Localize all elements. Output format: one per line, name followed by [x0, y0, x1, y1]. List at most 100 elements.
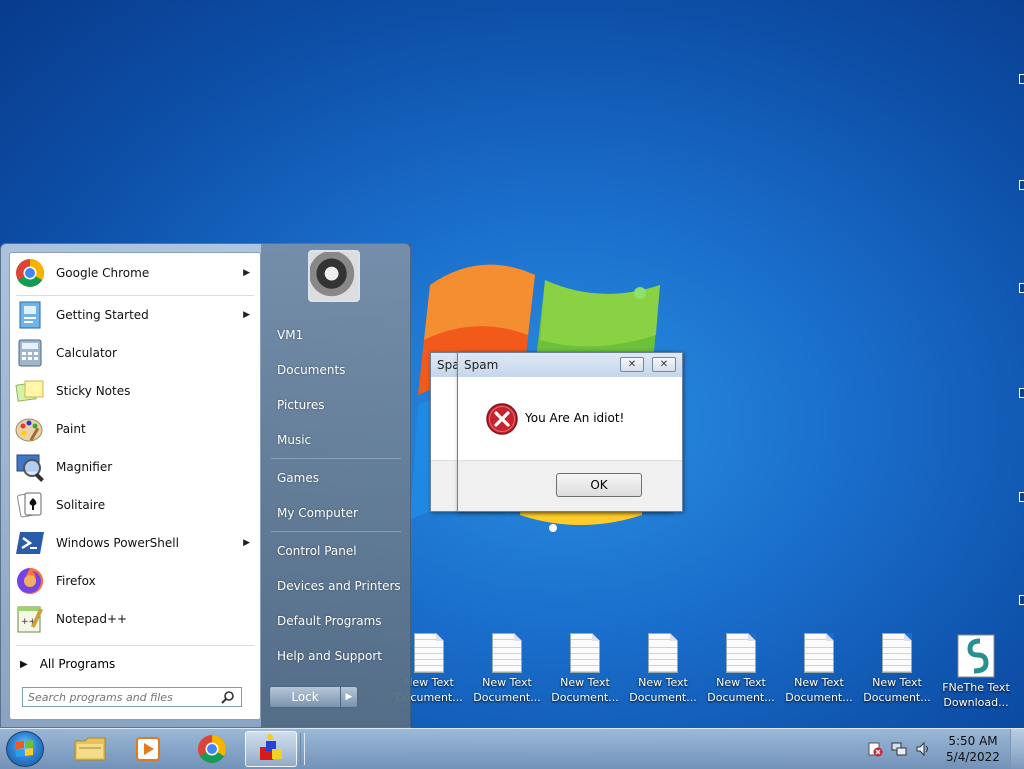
- program-label: Getting Started: [56, 308, 149, 322]
- text-document-icon: [804, 633, 834, 673]
- program-label: Firefox: [56, 574, 96, 588]
- taskbar: 5:50 AM 5/4/2022: [0, 728, 1024, 769]
- program-sticky-notes[interactable]: Sticky Notes: [10, 373, 260, 409]
- media-player-icon: [136, 737, 160, 761]
- volume-icon[interactable]: [915, 741, 931, 757]
- start-item-devices-printers[interactable]: Devices and Printers: [277, 579, 401, 593]
- script-file-icon: [957, 634, 995, 678]
- start-item-games[interactable]: Games: [277, 471, 319, 485]
- show-desktop-button[interactable]: [1010, 729, 1024, 769]
- taskbar-running-app[interactable]: [245, 731, 297, 767]
- start-item-control-panel[interactable]: Control Panel: [277, 544, 357, 558]
- start-item-computer[interactable]: My Computer: [277, 506, 358, 520]
- spam-dialog[interactable]: Spam ✕ ✕ You Are An idiot! OK: [457, 352, 683, 512]
- all-programs-button[interactable]: ▶ All Programs: [10, 649, 260, 679]
- start-menu: Google Chrome ▶ Getting Started ▶ Calcul…: [0, 243, 411, 728]
- calculator-icon: [14, 337, 46, 369]
- text-document-icon: [648, 633, 678, 673]
- user-avatar[interactable]: [308, 250, 360, 302]
- magnifier-icon: [14, 451, 46, 483]
- taskbar-file-explorer[interactable]: [64, 731, 116, 767]
- dialog-message: You Are An idiot!: [525, 411, 625, 425]
- program-solitaire[interactable]: Solitaire: [10, 487, 260, 523]
- desktop-icon-text-document[interactable]: New Text Document...: [624, 633, 702, 705]
- chrome-icon: [14, 257, 46, 289]
- dialog-body: You Are An idiot!: [458, 377, 682, 461]
- program-label: Sticky Notes: [56, 384, 131, 398]
- desktop-icon-text-document[interactable]: New Text Document...: [858, 633, 936, 705]
- folder-icon: [74, 737, 106, 761]
- text-document-icon: [414, 633, 444, 673]
- ok-button[interactable]: OK: [556, 473, 642, 497]
- program-label: Magnifier: [56, 460, 113, 474]
- program-label: Google Chrome: [56, 266, 150, 280]
- action-center-alert-icon[interactable]: [867, 741, 883, 757]
- submenu-arrow-icon: ▶: [243, 538, 250, 548]
- program-label: Calculator: [56, 346, 117, 360]
- desktop-icon-download[interactable]: FNeThe Text Download...: [936, 633, 1016, 710]
- program-firefox[interactable]: Firefox: [10, 563, 260, 599]
- submenu-arrow-icon: ▶: [243, 310, 250, 320]
- program-label: Notepad++: [56, 612, 128, 626]
- program-paint[interactable]: Paint: [10, 411, 260, 447]
- edge-marker: [1019, 74, 1024, 84]
- desktop-icon-text-document[interactable]: New Text Document...: [468, 633, 546, 705]
- divider: [16, 295, 254, 296]
- lock-button[interactable]: Lock: [269, 686, 341, 708]
- start-item-documents[interactable]: Documents: [277, 363, 345, 377]
- text-document-icon: [726, 633, 756, 673]
- program-getting-started[interactable]: Getting Started ▶: [10, 297, 260, 333]
- program-label: Windows PowerShell: [56, 536, 179, 550]
- all-programs-label: All Programs: [39, 657, 116, 671]
- sticky-notes-icon: [14, 375, 46, 407]
- paint-icon: [14, 413, 46, 445]
- dialog-titlebar[interactable]: Spam ✕ ✕: [458, 353, 682, 378]
- program-google-chrome[interactable]: Google Chrome ▶: [10, 255, 260, 291]
- clock-time: 5:50 AM: [948, 734, 998, 748]
- notepad-plus-plus-icon: ++: [14, 603, 46, 635]
- app-blocks-icon: [260, 734, 282, 760]
- edge-marker: [1019, 388, 1024, 398]
- start-item-music[interactable]: Music: [277, 433, 311, 447]
- submenu-arrow-icon: ▶: [243, 268, 250, 278]
- edge-marker: [1019, 595, 1024, 605]
- search-icon[interactable]: [221, 690, 235, 707]
- windows-flag-icon: [16, 740, 33, 757]
- desktop-icon-text-document[interactable]: New Text Document...: [702, 633, 780, 705]
- start-item-help-support[interactable]: Help and Support: [277, 649, 382, 663]
- program-magnifier[interactable]: Magnifier: [10, 449, 260, 485]
- error-icon: [486, 403, 518, 435]
- desktop-icon-text-document[interactable]: New Text Document...: [780, 633, 858, 705]
- search-box[interactable]: [22, 687, 242, 707]
- close-button-back-dialog[interactable]: ✕: [620, 357, 644, 372]
- network-icon[interactable]: [891, 741, 907, 757]
- program-label: Solitaire: [56, 498, 106, 512]
- firefox-icon: [14, 565, 46, 597]
- start-item-default-programs[interactable]: Default Programs: [277, 614, 382, 628]
- solitaire-icon: [14, 489, 46, 521]
- desktop-icon-text-document[interactable]: New Text Document...: [546, 633, 624, 705]
- clock-date: 5/4/2022: [946, 750, 1000, 764]
- edge-marker: [1019, 180, 1024, 190]
- start-menu-right-pane: VM1 Documents Pictures Music Games My Co…: [261, 244, 411, 727]
- start-menu-programs-pane: Google Chrome ▶ Getting Started ▶ Calcul…: [9, 252, 261, 720]
- divider: [271, 458, 401, 459]
- taskbar-media-player[interactable]: [122, 731, 174, 767]
- text-document-icon: [882, 633, 912, 673]
- start-button[interactable]: [6, 731, 44, 767]
- edge-marker: [1019, 283, 1024, 293]
- program-notepad-plus-plus[interactable]: ++ Notepad++: [10, 601, 260, 637]
- close-button[interactable]: ✕: [652, 357, 676, 372]
- system-clock[interactable]: 5:50 AM 5/4/2022: [944, 733, 1002, 765]
- divider: [271, 531, 401, 532]
- program-calculator[interactable]: Calculator: [10, 335, 260, 371]
- dialog-footer: OK: [458, 460, 682, 511]
- start-item-user[interactable]: VM1: [277, 328, 303, 342]
- divider: [16, 645, 254, 646]
- search-input[interactable]: [23, 690, 218, 704]
- program-windows-powershell[interactable]: Windows PowerShell ▶: [10, 525, 260, 561]
- text-document-icon: [492, 633, 522, 673]
- taskbar-chrome[interactable]: [186, 731, 238, 767]
- start-item-pictures[interactable]: Pictures: [277, 398, 325, 412]
- shutdown-options-arrow-icon[interactable]: ▶: [340, 686, 358, 708]
